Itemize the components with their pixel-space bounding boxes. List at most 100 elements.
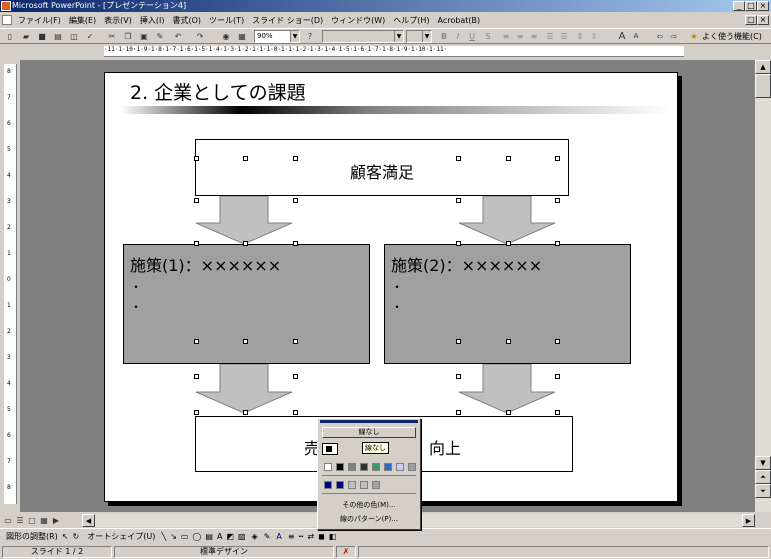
underline-icon[interactable]: U	[466, 31, 478, 42]
selection-handle[interactable]	[194, 339, 199, 344]
line-spacing-icon[interactable]: ⇕	[574, 31, 586, 42]
selection-handle[interactable]	[194, 198, 199, 203]
selection-handle[interactable]	[293, 374, 298, 379]
selection-handle[interactable]	[243, 410, 248, 415]
paste-icon[interactable]: ▣	[138, 31, 150, 42]
selection-handle[interactable]	[456, 339, 461, 344]
selection-handle[interactable]	[243, 241, 248, 246]
color-swatch[interactable]	[396, 463, 404, 471]
powerpoint-app-icon[interactable]	[1, 1, 11, 11]
measure-2-box[interactable]: 施策(2)：×××××× ・ ・	[384, 244, 631, 364]
para-spacing-icon[interactable]: ⇳	[588, 31, 600, 42]
selection-handle[interactable]	[456, 156, 461, 161]
sorter-view-icon[interactable]: ▦	[38, 515, 50, 526]
scroll-left-icon[interactable]: ◀	[82, 514, 95, 527]
redo-icon[interactable]: ↷	[194, 31, 206, 42]
scroll-right-icon[interactable]: ▶	[742, 514, 755, 527]
color-swatch[interactable]	[336, 481, 344, 489]
line-pattern-item[interactable]: 線のパターン(P)...	[318, 514, 420, 524]
color-swatch[interactable]	[324, 481, 332, 489]
demote-icon[interactable]: ⇨	[668, 31, 680, 42]
arrow-style-icon[interactable]: ⇄	[307, 532, 314, 541]
selection-handle[interactable]	[506, 339, 511, 344]
undo-icon[interactable]: ↶	[172, 31, 184, 42]
selection-handle[interactable]	[194, 241, 199, 246]
star-icon[interactable]: ★	[688, 31, 700, 42]
new-icon[interactable]: ▯	[4, 31, 16, 42]
scroll-up-icon[interactable]: ▲	[755, 60, 771, 74]
align-left-icon[interactable]: ≡	[500, 31, 512, 42]
chevron-down-icon[interactable]: ▼	[422, 31, 431, 42]
slideshow-view-icon[interactable]: ▶	[50, 515, 62, 526]
menu-format[interactable]: 書式(O)	[168, 15, 205, 26]
clipart-tool-icon[interactable]: ◩	[226, 532, 234, 541]
align-center-icon[interactable]: ≡	[514, 31, 526, 42]
picture-tool-icon[interactable]: ▨	[238, 532, 246, 541]
selection-handle[interactable]	[293, 156, 298, 161]
line-style-icon[interactable]: ≡	[288, 532, 295, 541]
menu-file[interactable]: ファイル(F)	[14, 15, 65, 26]
open-icon[interactable]: ▰	[20, 31, 32, 42]
selection-handle[interactable]	[293, 198, 298, 203]
rectangle-tool-icon[interactable]: ▭	[181, 532, 189, 541]
horizontal-ruler[interactable]: ·11·1·10·1·9·1·8·1·7·1·6·1·5·1·4·1·3·1·2…	[104, 46, 684, 57]
normal-view-icon[interactable]: ▭	[2, 515, 14, 526]
scroll-thumb[interactable]	[755, 74, 771, 98]
help-icon[interactable]: ?	[304, 31, 316, 42]
color-swatch[interactable]	[348, 481, 356, 489]
selection-handle[interactable]	[293, 241, 298, 246]
menu-insert[interactable]: 挿入(I)	[136, 15, 169, 26]
frequent-commands-label[interactable]: よく使う機能(C)	[702, 31, 762, 42]
line-tool-icon[interactable]: ╲	[161, 532, 166, 541]
hyperlink-icon[interactable]: ◉	[220, 31, 232, 42]
selection-handle[interactable]	[506, 156, 511, 161]
slide-view-icon[interactable]: ▢	[26, 515, 38, 526]
color-swatch[interactable]	[348, 463, 356, 471]
align-right-icon[interactable]: ≡	[528, 31, 540, 42]
font-size-combo[interactable]: ▼	[406, 30, 432, 43]
color-swatch[interactable]	[324, 463, 332, 471]
font-combo[interactable]: ▼	[322, 30, 404, 43]
table-icon[interactable]: ▦	[236, 31, 248, 42]
selection-handle[interactable]	[456, 374, 461, 379]
chevron-down-icon[interactable]: ▼	[394, 31, 403, 42]
selection-handle[interactable]	[293, 410, 298, 415]
color-swatch[interactable]	[372, 463, 380, 471]
color-swatch[interactable]	[408, 463, 416, 471]
3d-style-icon[interactable]: ◧	[329, 532, 337, 541]
menu-acrobat[interactable]: Acrobat(B)	[434, 16, 485, 25]
shadow-icon[interactable]: S	[482, 31, 494, 42]
maximize-button[interactable]: □	[745, 1, 757, 11]
numbering-icon[interactable]: ☰	[544, 31, 556, 42]
arrow-tool-icon[interactable]: ↘	[170, 532, 177, 541]
next-slide-icon[interactable]: ⏷	[755, 484, 771, 498]
color-swatch[interactable]	[384, 463, 392, 471]
bold-icon[interactable]: B	[438, 31, 450, 42]
selection-handle[interactable]	[194, 374, 199, 379]
line-color-icon[interactable]: ✎	[264, 532, 271, 541]
menu-window[interactable]: ウィンドウ(W)	[327, 15, 389, 26]
promote-icon[interactable]: ⇦	[654, 31, 666, 42]
zoom-combo[interactable]: 90% ▼	[254, 30, 300, 43]
color-swatch[interactable]	[372, 481, 380, 489]
rotate-icon[interactable]: ↻	[73, 532, 80, 541]
menu-help[interactable]: ヘルプ(H)	[389, 15, 433, 26]
selection-handle[interactable]	[555, 410, 560, 415]
format-painter-icon[interactable]: ✎	[154, 31, 166, 42]
font-grow-icon[interactable]: A	[616, 31, 628, 42]
outline-view-icon[interactable]: ☰	[14, 515, 26, 526]
selection-handle[interactable]	[456, 198, 461, 203]
menu-view[interactable]: 表示(V)	[100, 15, 136, 26]
font-color-icon[interactable]: A	[276, 532, 281, 541]
selection-handle[interactable]	[555, 339, 560, 344]
spell-status-icon[interactable]: ✗	[336, 546, 356, 558]
selection-handle[interactable]	[243, 156, 248, 161]
menu-tools[interactable]: ツール(T)	[205, 15, 248, 26]
doc-close-button[interactable]: ×	[757, 15, 769, 25]
dash-style-icon[interactable]: ┅	[299, 532, 304, 541]
copy-icon[interactable]: ❐	[122, 31, 134, 42]
more-colors-item[interactable]: その他の色(M)...	[318, 500, 420, 510]
wordart-tool-icon[interactable]: A	[217, 532, 222, 541]
menu-edit[interactable]: 編集(E)	[65, 15, 100, 26]
document-icon[interactable]	[2, 15, 12, 25]
